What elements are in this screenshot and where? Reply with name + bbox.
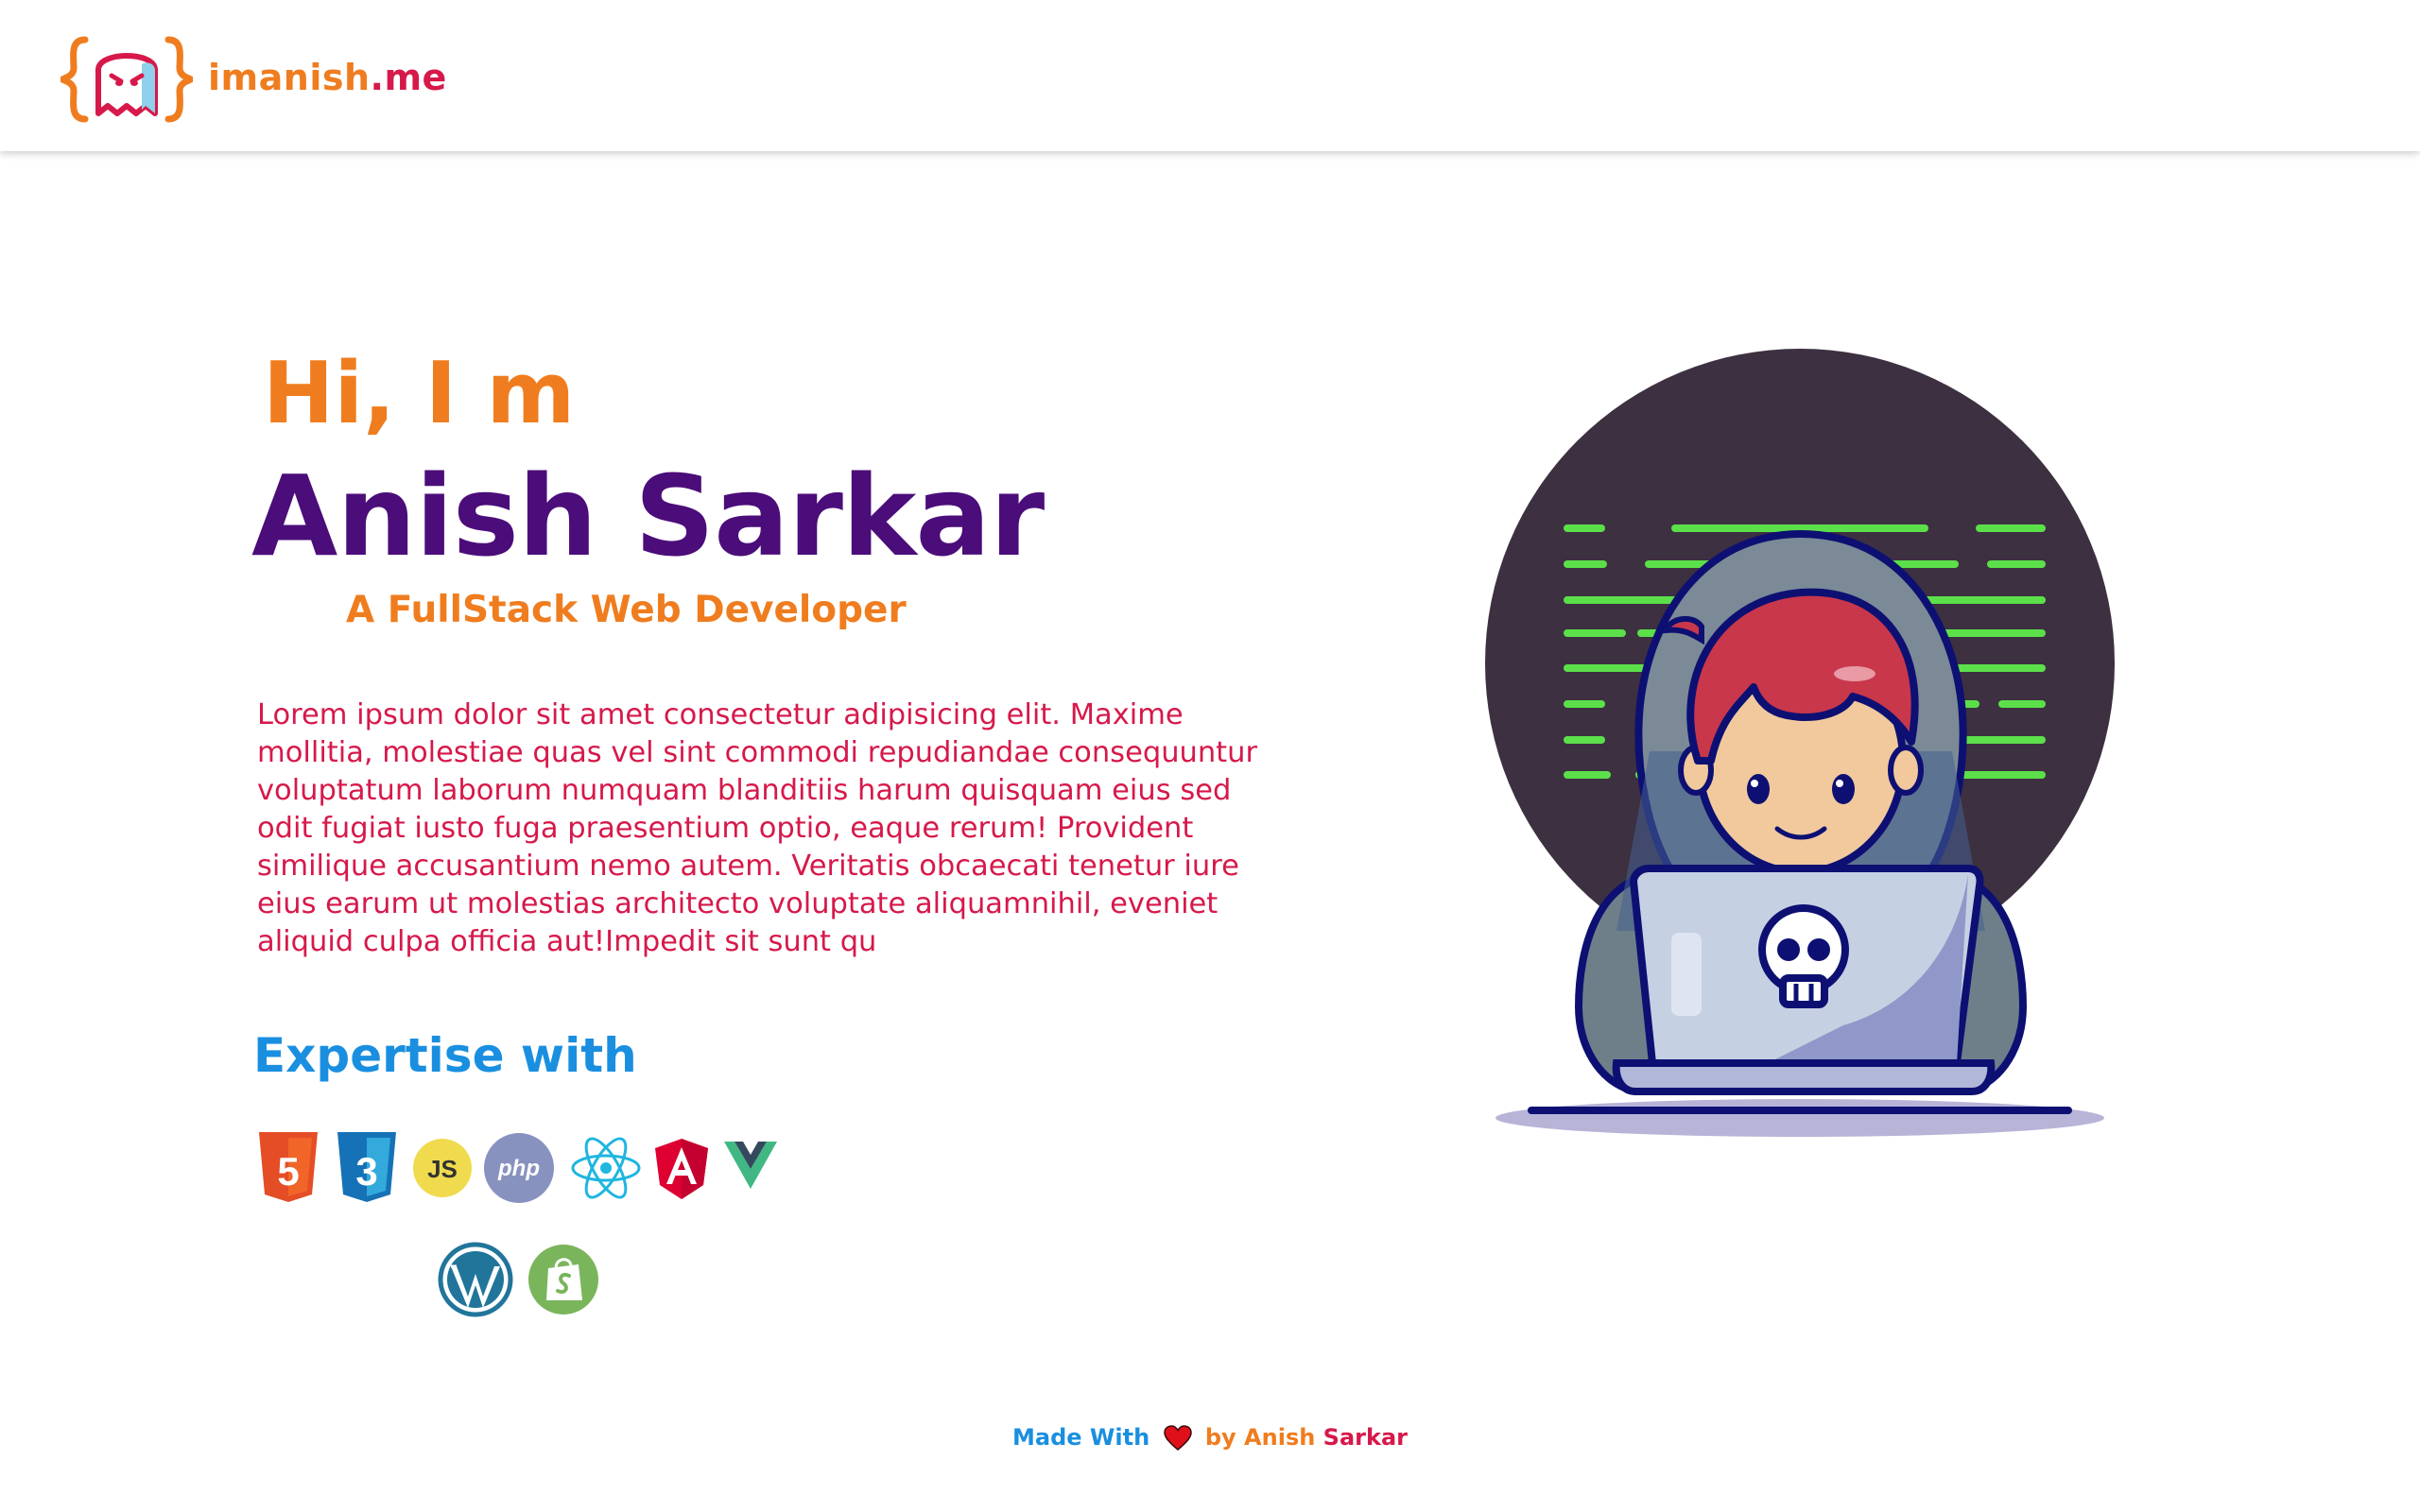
hero-bio: Lorem ipsum dolor sit amet consectetur a… bbox=[257, 698, 1258, 958]
footer-surname: Sarkar bbox=[1322, 1424, 1408, 1451]
hero-name: Anish Sarkar bbox=[251, 451, 1045, 581]
angular-icon bbox=[655, 1139, 708, 1199]
javascript-label: JS bbox=[427, 1155, 458, 1183]
footer-by: by Anish bbox=[1204, 1424, 1316, 1451]
hero-role: A FullStack Web Developer bbox=[346, 589, 907, 631]
html5-icon: 5 bbox=[259, 1132, 318, 1202]
css3-icon: 3 bbox=[337, 1132, 396, 1202]
expertise-title: Expertise with bbox=[253, 1028, 637, 1083]
php-label: php bbox=[497, 1156, 540, 1181]
brand-part-2: .me bbox=[370, 57, 447, 98]
greeting-text: Hi, I m bbox=[263, 344, 576, 443]
html5-label: 5 bbox=[277, 1149, 299, 1194]
wordpress-icon bbox=[438, 1242, 513, 1317]
logo-icon[interactable] bbox=[60, 36, 193, 123]
heart-icon bbox=[1163, 1425, 1192, 1451]
brand-name[interactable]: imanish.me bbox=[208, 57, 447, 98]
vue-icon bbox=[724, 1142, 777, 1189]
site-footer: Made With by Anish Sarkar bbox=[0, 1422, 2420, 1452]
react-icon bbox=[571, 1137, 641, 1199]
php-icon: php bbox=[484, 1133, 554, 1203]
hacker-illustration bbox=[1485, 349, 2115, 1137]
javascript-icon: JS bbox=[413, 1139, 472, 1197]
site-header: imanish.me bbox=[0, 0, 2420, 151]
css3-label: 3 bbox=[355, 1149, 377, 1194]
shopify-icon bbox=[528, 1245, 598, 1314]
brand-part-1: imanish bbox=[208, 57, 371, 98]
footer-made-with: Made With bbox=[1012, 1424, 1150, 1451]
